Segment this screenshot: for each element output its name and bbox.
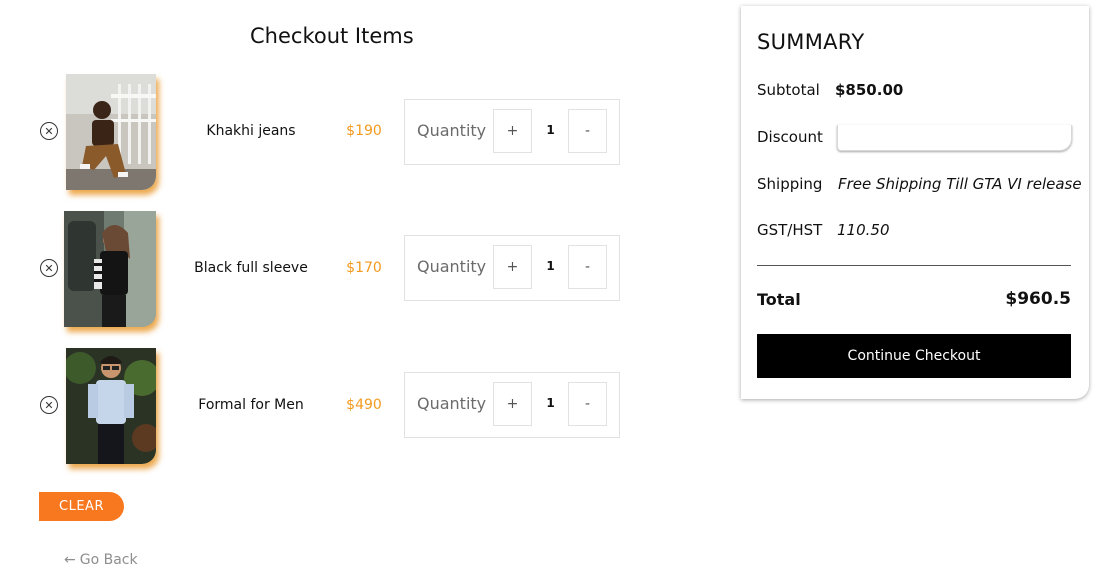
quantity-label: Quantity [417,394,487,413]
remove-item-button[interactable]: ✕ [40,122,58,140]
quantity-stepper: Quantity + 1 - [404,99,620,165]
increase-quantity-button[interactable]: + [493,382,532,426]
go-back-label: Go Back [79,552,138,568]
checkout-page: Checkout Items ✕ Khakhi jeans $190 Quant… [0,0,1105,585]
quantity-value: 1 [546,259,555,273]
quantity-value: 1 [546,123,555,137]
decrease-quantity-button[interactable]: - [568,109,607,153]
summary-title: SUMMARY [757,30,865,54]
continue-checkout-button[interactable]: Continue Checkout [757,334,1071,378]
total-label: Total [757,290,801,309]
order-summary-card: SUMMARY Subtotal $850.00 Discount Shippi… [741,6,1089,399]
item-name: Khakhi jeans [206,123,296,139]
item-price: $190 [346,123,382,139]
cart-item: ✕ Formal for Men $490 Quantity + 1 - [0,346,640,466]
clear-cart-button[interactable]: CLEAR [39,492,124,521]
close-circle-icon: ✕ [44,398,54,412]
cart-item: ✕ Khakhi jeans $190 Quantity + 1 - [0,72,640,192]
quantity-stepper: Quantity + 1 - [404,372,620,438]
product-image [64,211,156,327]
shipping-label: Shipping [757,175,823,193]
item-name: Black full sleeve [194,260,308,276]
remove-item-button[interactable]: ✕ [40,259,58,277]
quantity-stepper: Quantity + 1 - [404,235,620,301]
tax-label: GST/HST [757,221,823,239]
subtotal-label: Subtotal [757,81,820,99]
quantity-label: Quantity [417,121,487,140]
decrease-quantity-button[interactable]: - [568,245,607,289]
quantity-value: 1 [546,396,555,410]
close-circle-icon: ✕ [44,261,54,275]
shipping-value: Free Shipping Till GTA VI release [838,175,1082,193]
go-back-link[interactable]: ← Go Back [64,552,138,568]
discount-input[interactable] [837,125,1072,151]
close-circle-icon: ✕ [44,124,54,138]
product-image [66,74,156,190]
subtotal-value: $850.00 [835,81,904,99]
checkout-title: Checkout Items [250,24,414,48]
tax-value: 110.50 [837,221,890,239]
product-image [66,348,156,464]
cart-item: ✕ Black full sleeve $170 Quantity + 1 - [0,209,640,329]
item-name: Formal for Men [198,397,304,413]
summary-divider [757,265,1071,266]
item-price: $490 [346,397,382,413]
total-value: $960.5 [1005,289,1071,309]
decrease-quantity-button[interactable]: - [568,382,607,426]
increase-quantity-button[interactable]: + [493,109,532,153]
quantity-label: Quantity [417,257,487,276]
arrow-left-icon: ← [64,552,76,568]
discount-label: Discount [757,128,823,146]
item-price: $170 [346,260,382,276]
remove-item-button[interactable]: ✕ [40,396,58,414]
increase-quantity-button[interactable]: + [493,245,532,289]
